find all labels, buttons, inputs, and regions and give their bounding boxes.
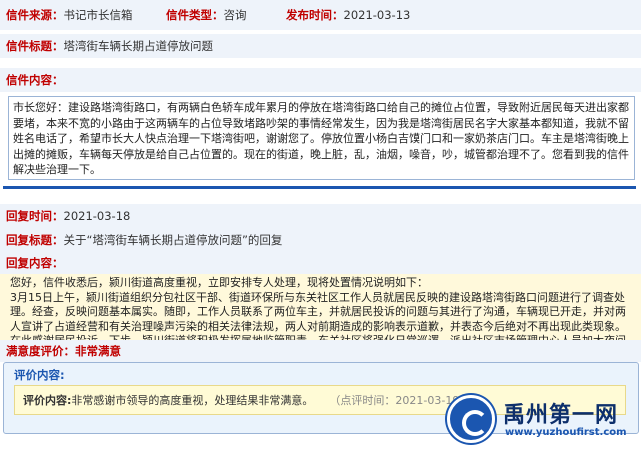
evaluation-content-label: 评价内容:: [23, 394, 72, 407]
reply-time-label: 回复时间：: [6, 209, 64, 223]
letter-content-header: 信件内容：: [0, 68, 641, 92]
evaluation-header: 评价内容:: [14, 368, 65, 382]
reply-content-header: 回复内容：: [0, 252, 641, 274]
letter-content-box: 市长您好：建设路塔湾街路口，有两辆白色轿车成年累月的停放在塔湾街路口给自己的摊位…: [8, 96, 635, 180]
publish-date-value: 2021-03-13: [343, 8, 411, 22]
reply-title-label: 回复标题：: [6, 233, 64, 247]
reply-title-value: 关于“塔湾街车辆长期占道停放问题”的回复: [63, 233, 283, 247]
type-label: 信件类型：: [166, 8, 224, 22]
type-group: 信件类型：咨询: [166, 7, 286, 23]
source-group: 信件来源：书记市长信箱: [6, 7, 166, 23]
evaluation-content-value: 非常感谢市领导的高度重视，处理结果非常满意。: [71, 394, 314, 407]
satisfaction-label: 满意度评价：: [6, 344, 75, 358]
publish-date-group: 发布时间：2021-03-13: [286, 7, 486, 23]
publish-date-label: 发布时间：: [286, 8, 344, 22]
satisfaction-value: 非常满意: [75, 344, 121, 358]
letter-title-value: 塔湾街车辆长期占道停放问题: [63, 39, 214, 53]
reply-time-row: 回复时间： 2021-03-18: [0, 204, 641, 228]
letter-title-label: 信件标题：: [6, 39, 64, 53]
source-label: 信件来源：: [6, 8, 64, 22]
site-logo-icon: [447, 395, 495, 443]
reply-title-row: 回复标题： 关于“塔湾街车辆长期占道停放问题”的回复: [0, 228, 641, 252]
type-value: 咨询: [223, 8, 247, 22]
reply-content-box: 您好，信件收悉后，颍川街道高度重视，立即安排专人处理，现将处置情况说明如下： 3…: [0, 274, 641, 362]
site-watermark-url: www.yuzhoufirst.com: [505, 427, 627, 438]
source-value: 书记市长信箱: [63, 8, 133, 22]
letter-content-label: 信件内容：: [6, 73, 64, 87]
letter-content-text: 市长您好：建设路塔湾街路口，有两辆白色轿车成年累月的停放在塔湾街路口给自己的摊位…: [13, 101, 629, 176]
satisfaction-row: 满意度评价： 非常满意: [0, 340, 641, 362]
section-divider: [3, 186, 636, 189]
letter-title-row: 信件标题： 塔湾街车辆长期占道停放问题: [0, 34, 641, 58]
site-watermark-name: 禹州第一网: [503, 403, 619, 428]
letter-meta-row: 信件来源：书记市长信箱 信件类型：咨询 发布时间：2021-03-13: [0, 0, 641, 30]
reply-time-value: 2021-03-18: [63, 209, 131, 223]
reply-content-label: 回复内容：: [6, 256, 64, 270]
site-watermark: 禹州第一网 www.yuzhoufirst.com: [447, 391, 637, 447]
